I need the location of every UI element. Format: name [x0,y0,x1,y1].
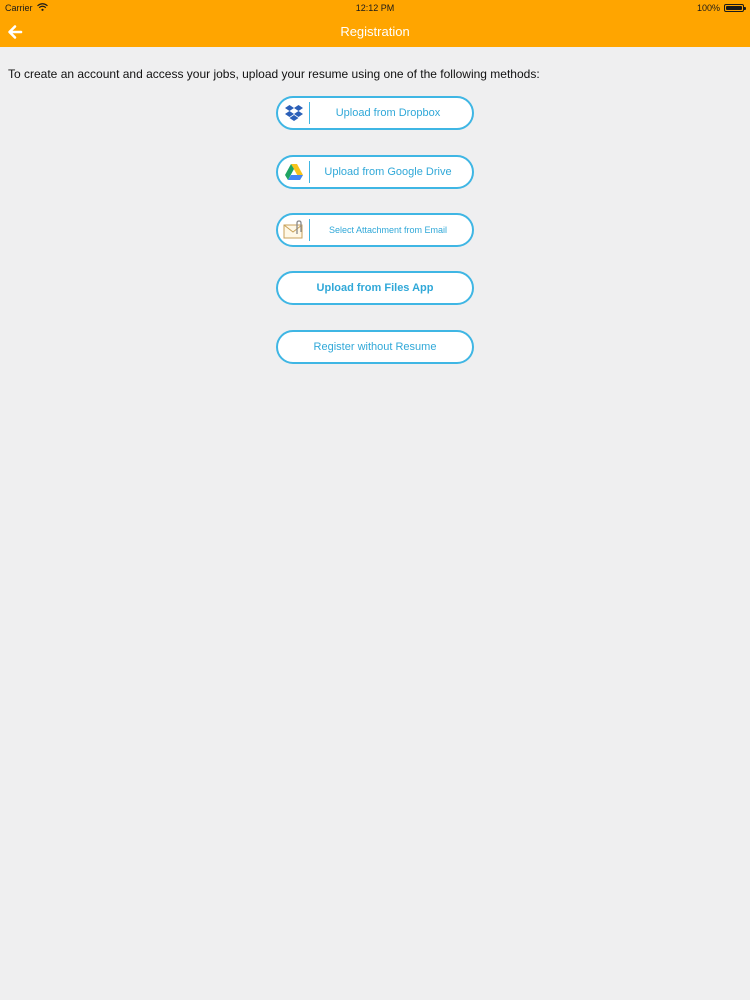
navigation-bar: Registration [0,16,750,47]
dropbox-icon [283,102,305,124]
upload-files-app-label: Upload from Files App [316,282,434,294]
page-title: Registration [340,24,410,39]
upload-files-app-button[interactable]: Upload from Files App [276,271,474,305]
upload-google-drive-button[interactable]: Upload from Google Drive [276,155,474,189]
battery-icon [724,4,746,12]
upload-dropbox-label: Upload from Dropbox [335,107,441,119]
battery-percent: 100% [696,3,720,13]
email-attachment-icon [283,219,305,241]
select-email-attachment-label: Select Attachment from Email [328,225,448,235]
google-drive-icon [283,161,305,183]
register-without-resume-label: Register without Resume [313,341,437,353]
select-email-attachment-button[interactable]: Select Attachment from Email [276,213,474,247]
status-time: 12:12 PM [355,3,395,13]
status-battery: 100% [696,3,746,13]
register-without-resume-button[interactable]: Register without Resume [276,330,474,364]
upload-dropbox-button[interactable]: Upload from Dropbox [276,96,474,130]
battery-level [726,6,742,10]
intro-text: To create an account and access your job… [8,67,540,81]
upload-google-drive-label: Upload from Google Drive [324,166,452,178]
status-bar: Carrier 12:12 PM 100% [0,0,750,16]
